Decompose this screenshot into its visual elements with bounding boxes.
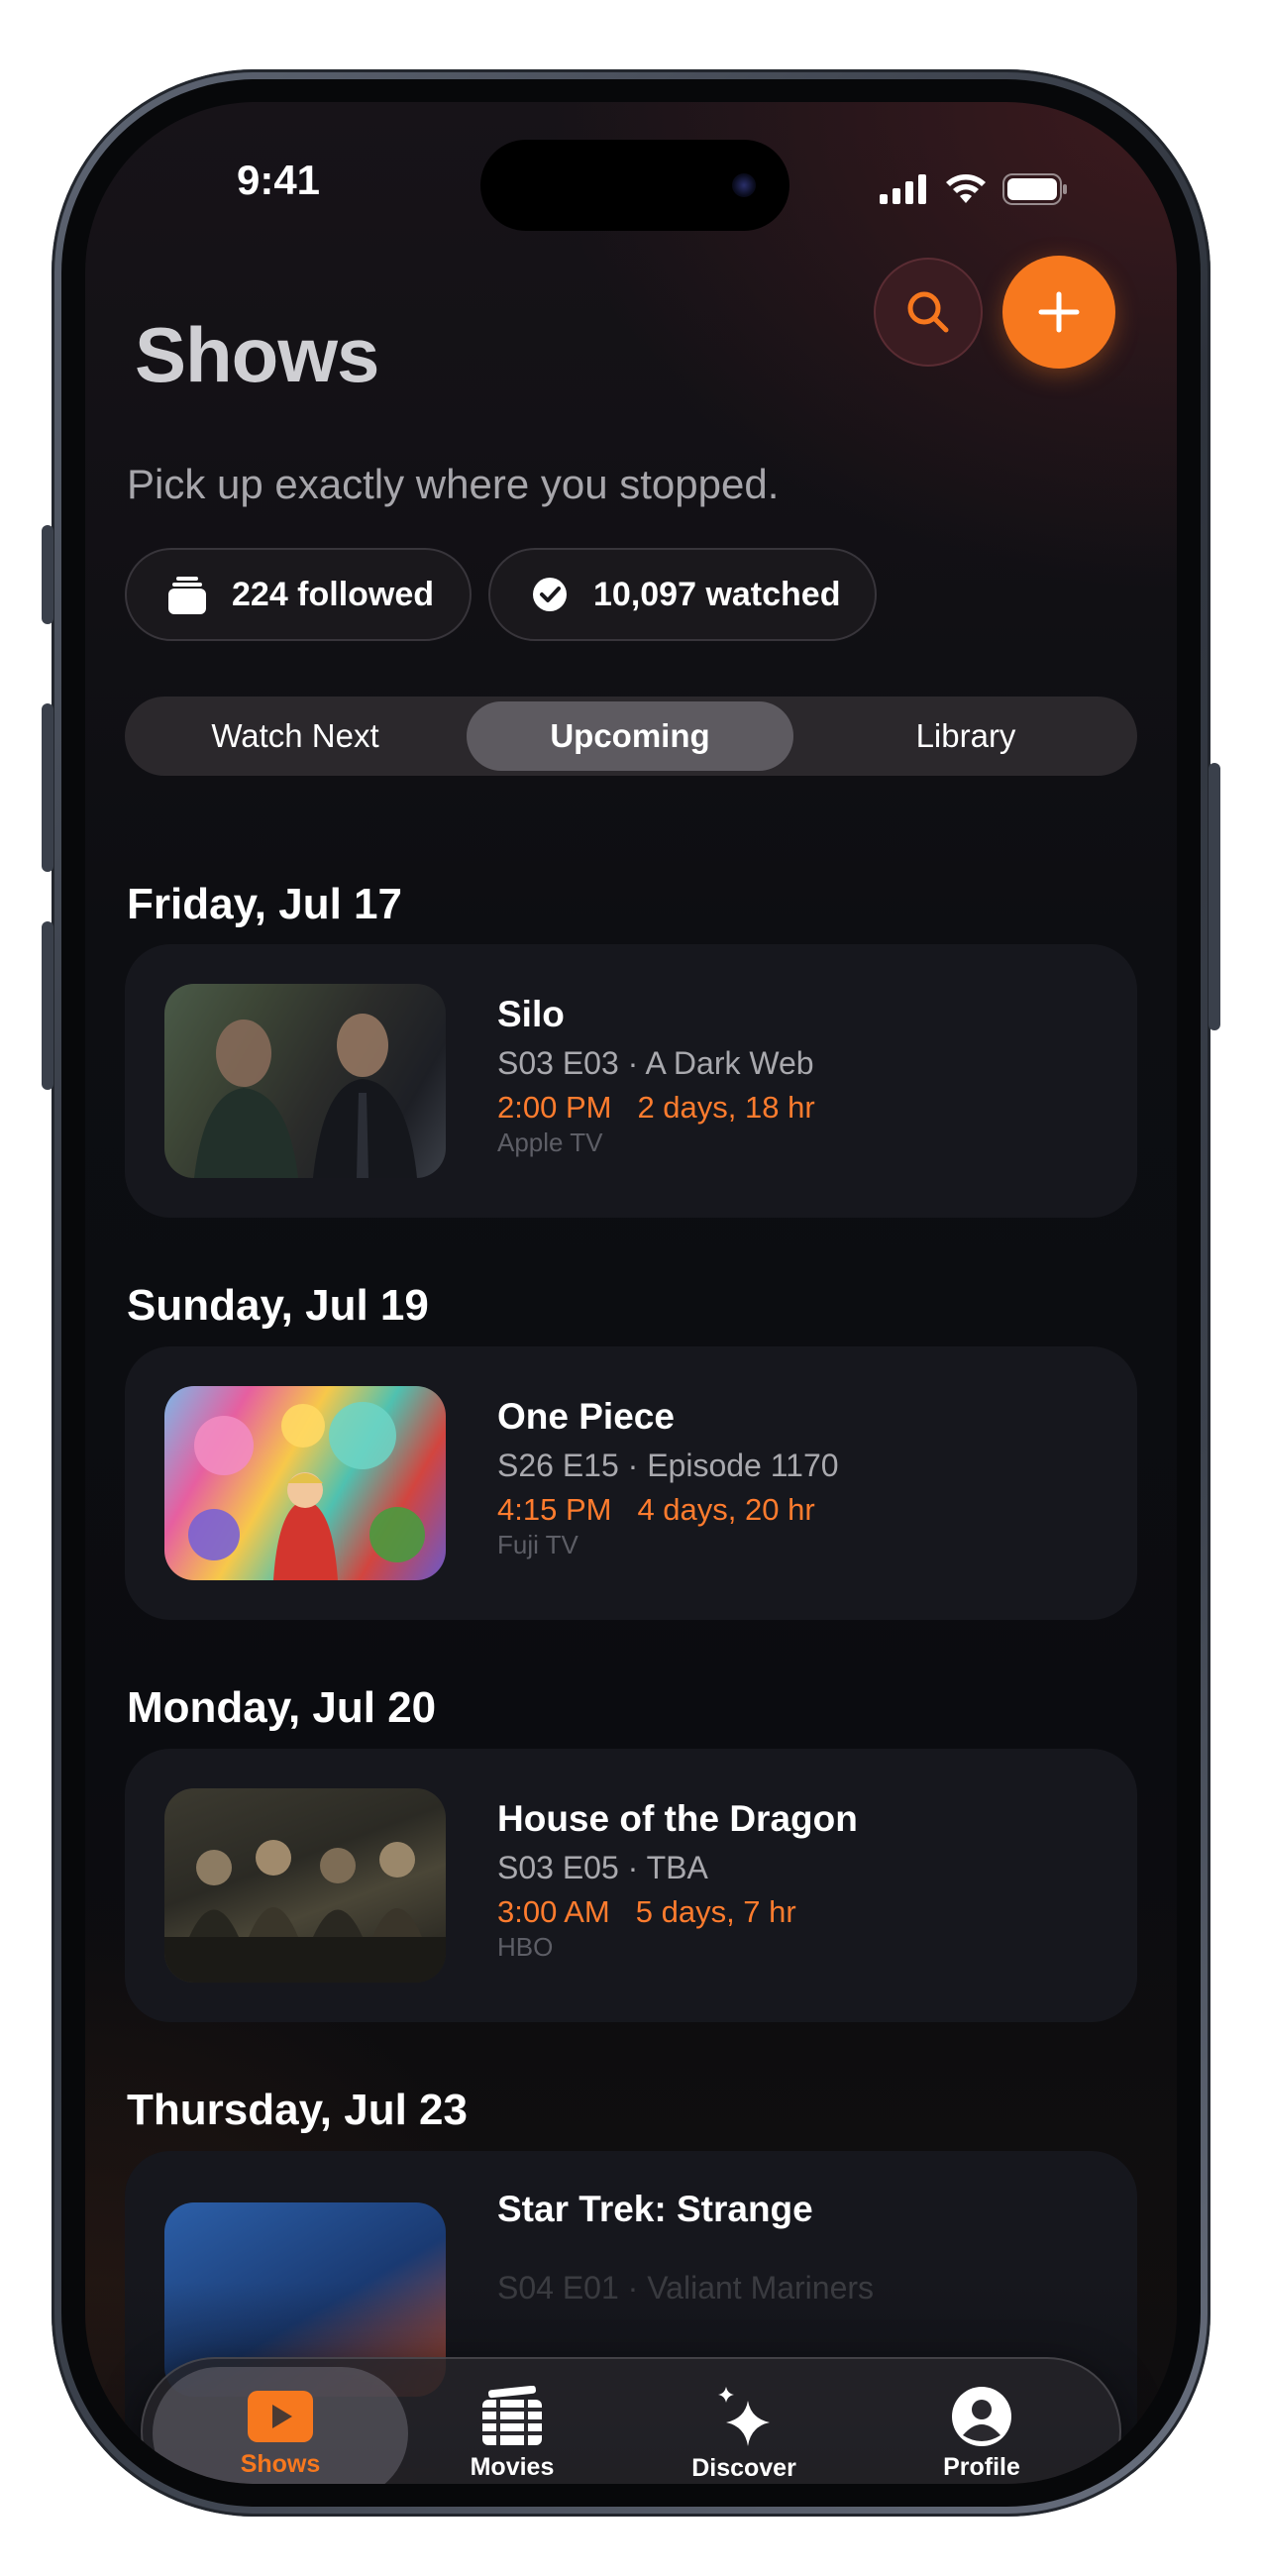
date-header: Monday, Jul 20 <box>127 1683 437 1732</box>
show-title: Star Trek: Strange <box>497 2189 813 2229</box>
stack-icon <box>168 577 206 614</box>
play-icon <box>248 2390 313 2442</box>
air-time-clock: 2:00 PM <box>497 1090 612 1125</box>
page-subtitle: Pick up exactly where you stopped. <box>127 461 780 507</box>
episode-info: S26 E15 · Episode 1170 <box>497 1448 839 1483</box>
status-time: 9:41 <box>236 157 321 203</box>
air-time: 3:00 AM 5 days, 7 hr <box>497 1894 1107 1930</box>
search-button[interactable] <box>874 258 983 367</box>
network-label: Fuji TV <box>497 1530 578 1559</box>
signal-icon <box>880 174 926 204</box>
air-time-clock: 3:00 AM <box>497 1894 610 1929</box>
plus-icon <box>1038 291 1080 333</box>
status-icons <box>880 169 1068 209</box>
segment-library[interactable]: Library <box>802 701 1129 771</box>
volume-up-button <box>42 703 53 872</box>
segment-upcoming[interactable]: Upcoming <box>467 701 793 771</box>
show-thumbnail <box>164 1788 446 1983</box>
sparkles-icon <box>718 2386 770 2446</box>
show-thumbnail <box>164 984 446 1178</box>
watched-count-label: 10,097 watched <box>593 575 841 613</box>
tab-label: Movies <box>470 2452 555 2481</box>
air-time-clock: 4:15 PM <box>497 1492 612 1527</box>
followed-count-label: 224 followed <box>232 575 435 613</box>
episode-info: S03 E05 · TBA <box>497 1850 708 1885</box>
date-header: Friday, Jul 17 <box>127 880 402 928</box>
add-show-button[interactable] <box>1002 256 1115 369</box>
show-title: House of the Dragon <box>497 1798 858 1839</box>
watched-count-pill[interactable]: 10,097 watched <box>488 548 877 641</box>
episode-card[interactable]: Silo S03 E03 · A Dark Web 2:00 PM 2 days,… <box>125 944 1137 1218</box>
wifi-icon <box>946 174 986 203</box>
date-header: Sunday, Jul 19 <box>127 1281 429 1330</box>
segment-watch-next[interactable]: Watch Next <box>133 701 458 771</box>
date-header: Thursday, Jul 23 <box>127 2086 468 2134</box>
camera-icon <box>732 173 756 197</box>
volume-down-button <box>42 921 53 1090</box>
air-time-countdown: 2 days, 18 hr <box>637 1090 815 1125</box>
phone-screen: 9:41 Shows Pick up exactly where you sto… <box>85 102 1177 2484</box>
tab-shows[interactable]: Shows <box>153 2367 408 2484</box>
tab-bar: Shows Movies Discover Profile <box>141 2357 1121 2484</box>
action-button <box>42 525 53 624</box>
tab-label: Profile <box>943 2452 1020 2481</box>
tab-label: Shows <box>240 2449 321 2478</box>
show-title: One Piece <box>497 1396 675 1437</box>
search-icon <box>907 291 949 333</box>
power-button <box>1209 763 1220 1030</box>
person-icon <box>952 2386 1011 2446</box>
air-time: 2:00 PM 2 days, 18 hr <box>497 1090 1107 1126</box>
tab-profile[interactable]: Profile <box>858 2367 1105 2484</box>
air-time: 4:15 PM 4 days, 20 hr <box>497 1492 1107 1528</box>
tab-label: Discover <box>691 2453 796 2482</box>
show-title: Silo <box>497 994 565 1034</box>
page-title: Shows <box>135 311 379 398</box>
episode-card[interactable]: House of the Dragon S03 E05 · TBA 3:00 A… <box>125 1749 1137 2022</box>
air-time-countdown: 5 days, 7 hr <box>635 1894 796 1929</box>
episode-info: S03 E03 · A Dark Web <box>497 1045 814 1081</box>
network-label: Apple TV <box>497 1127 603 1157</box>
show-thumbnail <box>164 1386 446 1580</box>
followed-count-pill[interactable]: 224 followed <box>125 548 472 641</box>
air-time-countdown: 4 days, 20 hr <box>637 1492 815 1527</box>
battery-icon <box>1002 173 1067 205</box>
view-segmented-control: Watch Next Upcoming Library <box>125 697 1137 776</box>
network-label: HBO <box>497 1932 554 1962</box>
tab-discover[interactable]: Discover <box>620 2367 868 2484</box>
tab-movies[interactable]: Movies <box>388 2367 636 2484</box>
dynamic-island <box>480 140 789 231</box>
episode-card[interactable]: One Piece S26 E15 · Episode 1170 4:15 PM… <box>125 1346 1137 1620</box>
film-icon <box>482 2385 542 2445</box>
checkmark-circle-icon <box>533 578 567 611</box>
